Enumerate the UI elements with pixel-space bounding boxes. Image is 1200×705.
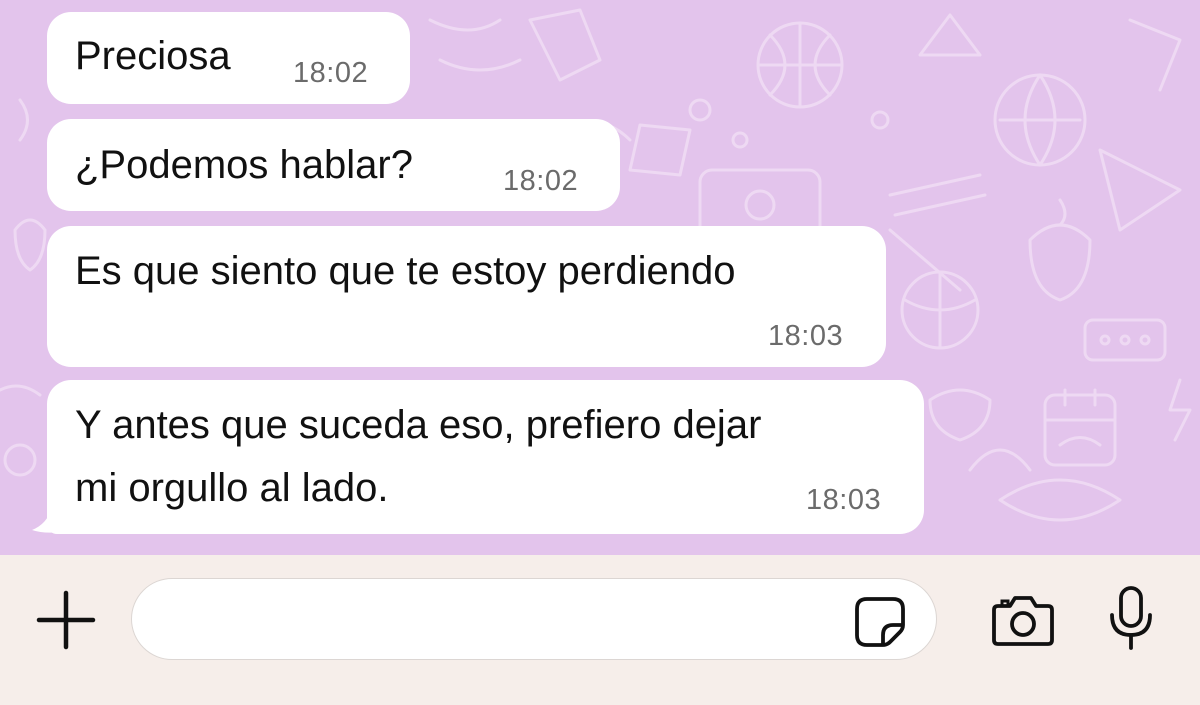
message-input[interactable] [131,578,937,660]
chat-area[interactable]: Preciosa 18:02 ¿Podemos hablar? 18:02 Es… [0,0,1200,555]
message-bubble[interactable]: Es que siento que te estoy perdiendo 18:… [47,226,886,367]
message-text: ¿Podemos hablar? [75,143,413,187]
message-time: 18:02 [293,57,369,89]
message-text: Preciosa [75,34,231,78]
message-time: 18:02 [503,165,579,197]
message-bubble[interactable]: Preciosa 18:02 [47,12,410,104]
sticker-icon[interactable] [852,594,908,650]
plus-icon[interactable] [36,590,96,650]
message-bubble[interactable]: Y antes que suceda eso, prefiero dejar m… [47,380,924,534]
microphone-icon[interactable] [1106,585,1156,651]
message-time: 18:03 [806,484,882,516]
message-time: 18:03 [768,320,844,352]
camera-icon[interactable] [990,592,1056,648]
message-text: Es que siento que te estoy perdiendo [75,249,736,293]
message-text-line: Y antes que suceda eso, prefiero dejar [75,403,762,447]
message-bubble[interactable]: ¿Podemos hablar? 18:02 [47,119,620,211]
message-text-line: mi orgullo al lado. [75,466,389,510]
